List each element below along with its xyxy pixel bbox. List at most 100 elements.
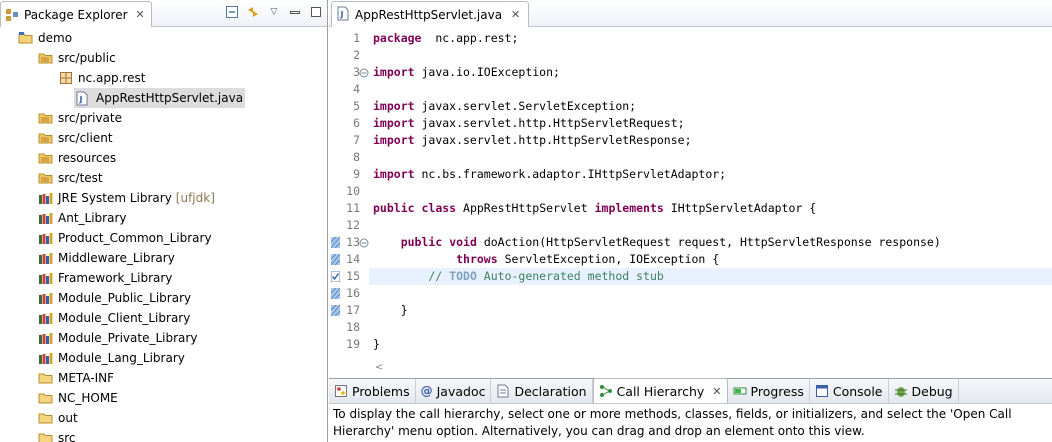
editor-tab-title: AppRestHttpServlet.java (355, 7, 503, 22)
tree-item[interactable]: src/private (38, 108, 122, 128)
package-explorer-icon (4, 7, 20, 23)
code-line[interactable] (369, 217, 373, 234)
tree-item[interactable]: JRE System Library [ufjdk] (38, 188, 215, 208)
code-token: } (373, 303, 408, 317)
tree-item[interactable]: src (38, 428, 76, 442)
code-line[interactable]: public class AppRestHttpServlet implemen… (369, 200, 816, 217)
code-line[interactable]: import nc.bs.framework.adaptor.IHttpServ… (369, 166, 726, 183)
code-token: Auto-generated method stub (476, 269, 664, 283)
tree-item[interactable]: nc.app.rest (58, 68, 145, 88)
link-with-editor-icon[interactable] (245, 4, 261, 20)
folder-icon (38, 410, 54, 426)
tree-item[interactable]: out (38, 408, 78, 428)
library-icon (38, 190, 54, 206)
library-icon (38, 310, 54, 326)
tree-item[interactable]: Module_Lang_Library (38, 348, 185, 368)
library-icon (38, 270, 54, 286)
code-line[interactable]: package nc.app.rest; (369, 30, 518, 47)
tree-item[interactable]: NC_HOME (38, 388, 118, 408)
collapse-all-icon[interactable] (224, 4, 240, 20)
tree-item-label: src/test (58, 171, 103, 185)
code-line[interactable]: import javax.servlet.ServletException; (369, 98, 636, 115)
code-line[interactable]: import javax.servlet.http.HttpServletRes… (369, 132, 692, 149)
fold-toggle-icon[interactable] (359, 237, 369, 251)
code-line[interactable]: throws ServletException, IOException { (369, 251, 719, 268)
view-menu-icon[interactable]: ▽ (266, 4, 282, 20)
tree-item[interactable]: src/public (38, 48, 116, 68)
code-line[interactable] (369, 149, 373, 166)
tree-item[interactable]: Module_Public_Library (38, 288, 191, 308)
tree-item-label: Ant_Library (58, 211, 127, 225)
close-icon[interactable]: ✕ (136, 8, 145, 21)
line-number: 1 (353, 31, 360, 45)
tree-item[interactable]: Framework_Library (38, 268, 172, 288)
tab-debug[interactable]: Debug (889, 379, 959, 403)
fold-toggle-icon[interactable] (359, 67, 369, 81)
library-icon (38, 350, 54, 366)
code-token: // (428, 269, 450, 283)
tree-item-label: src/private (58, 111, 122, 125)
code-line[interactable] (369, 47, 373, 64)
tab-console[interactable]: Console (810, 379, 889, 403)
tree-item[interactable]: META-INF (38, 368, 114, 388)
tree-item[interactable]: Module_Private_Library (38, 328, 197, 348)
code-token: import (373, 99, 415, 113)
close-icon[interactable]: ✕ (511, 8, 520, 21)
code-line[interactable] (369, 183, 373, 200)
code-line[interactable]: // TODO Auto-generated method stub (369, 268, 1052, 285)
tree-item[interactable]: src/test (38, 168, 103, 188)
tab-javadoc[interactable]: @ Javadoc (416, 379, 492, 403)
tab-declaration[interactable]: Declaration (491, 379, 593, 403)
scroll-left-icon[interactable]: < (375, 362, 383, 373)
code-token: TODO (449, 269, 477, 283)
declaration-icon (496, 384, 510, 398)
tree-item[interactable]: demo (18, 28, 72, 48)
tree-item-label: Module_Private_Library (58, 331, 198, 345)
tree-item-decoration: [ufjdk] (175, 191, 215, 205)
package-explorer-tab[interactable]: Package Explorer ✕ (0, 1, 152, 27)
tab-problems[interactable]: Problems (329, 379, 416, 403)
tree-item[interactable]: Middleware_Library (38, 248, 175, 268)
tree-item[interactable]: Product_Common_Library (38, 228, 212, 248)
tree-item[interactable]: src/client (38, 128, 113, 148)
code-line[interactable]: } (369, 336, 380, 353)
progress-icon (733, 384, 747, 398)
tree-item[interactable]: resources (38, 148, 116, 168)
tab-call-hierarchy[interactable]: Call Hierarchy ✕ (592, 378, 728, 403)
package-explorer-title: Package Explorer (24, 7, 128, 22)
change-marker-icon (330, 236, 341, 251)
code-line[interactable]: } (369, 302, 408, 319)
maximize-icon[interactable] (308, 4, 324, 20)
code-line[interactable]: public void doAction(HttpServletRequest … (369, 234, 941, 251)
java-editor: J AppRestHttpServlet.java ✕ 1 2 3 4 5 6 7 8 9 10 1… (329, 0, 1052, 378)
tab-label: Problems (352, 383, 410, 399)
line-number: 12 (346, 218, 360, 232)
tree-item[interactable]: J AppRestHttpServlet.java (74, 88, 246, 108)
line-number: 11 (346, 201, 360, 215)
code-line[interactable]: import java.io.IOException; (369, 64, 560, 81)
line-number: 9 (353, 167, 360, 181)
code-line[interactable] (369, 319, 373, 336)
tree-item[interactable]: Module_Client_Library (38, 308, 190, 328)
code-line[interactable] (369, 81, 373, 98)
tree-item-label: NC_HOME (58, 391, 118, 405)
horizontal-scrollbar[interactable]: < (369, 360, 1052, 378)
code-token: javax.servlet.http.HttpServletRequest; (414, 116, 685, 130)
code-token: import (373, 167, 415, 181)
package-explorer-view: Package Explorer ✕ ▽ demo src/public nc.ap… (0, 0, 328, 442)
tab-progress[interactable]: Progress (728, 379, 810, 403)
code-line[interactable]: import javax.servlet.http.HttpServletReq… (369, 115, 685, 132)
tree-item-label: Module_Public_Library (58, 291, 192, 305)
line-number: 7 (353, 133, 360, 147)
close-icon[interactable]: ✕ (712, 385, 721, 398)
minimize-icon[interactable] (287, 4, 303, 20)
editor-tab[interactable]: J AppRestHttpServlet.java ✕ (331, 1, 530, 27)
tree-item-label: Product_Common_Library (58, 231, 212, 245)
tree-item-label: Framework_Library (58, 271, 173, 285)
code-area[interactable]: package nc.app.rest; import java.io.IOExc… (369, 28, 1052, 360)
code-line[interactable] (369, 285, 373, 302)
tree-item-label: nc.app.rest (78, 71, 146, 85)
tree-item[interactable]: Ant_Library (38, 208, 126, 228)
